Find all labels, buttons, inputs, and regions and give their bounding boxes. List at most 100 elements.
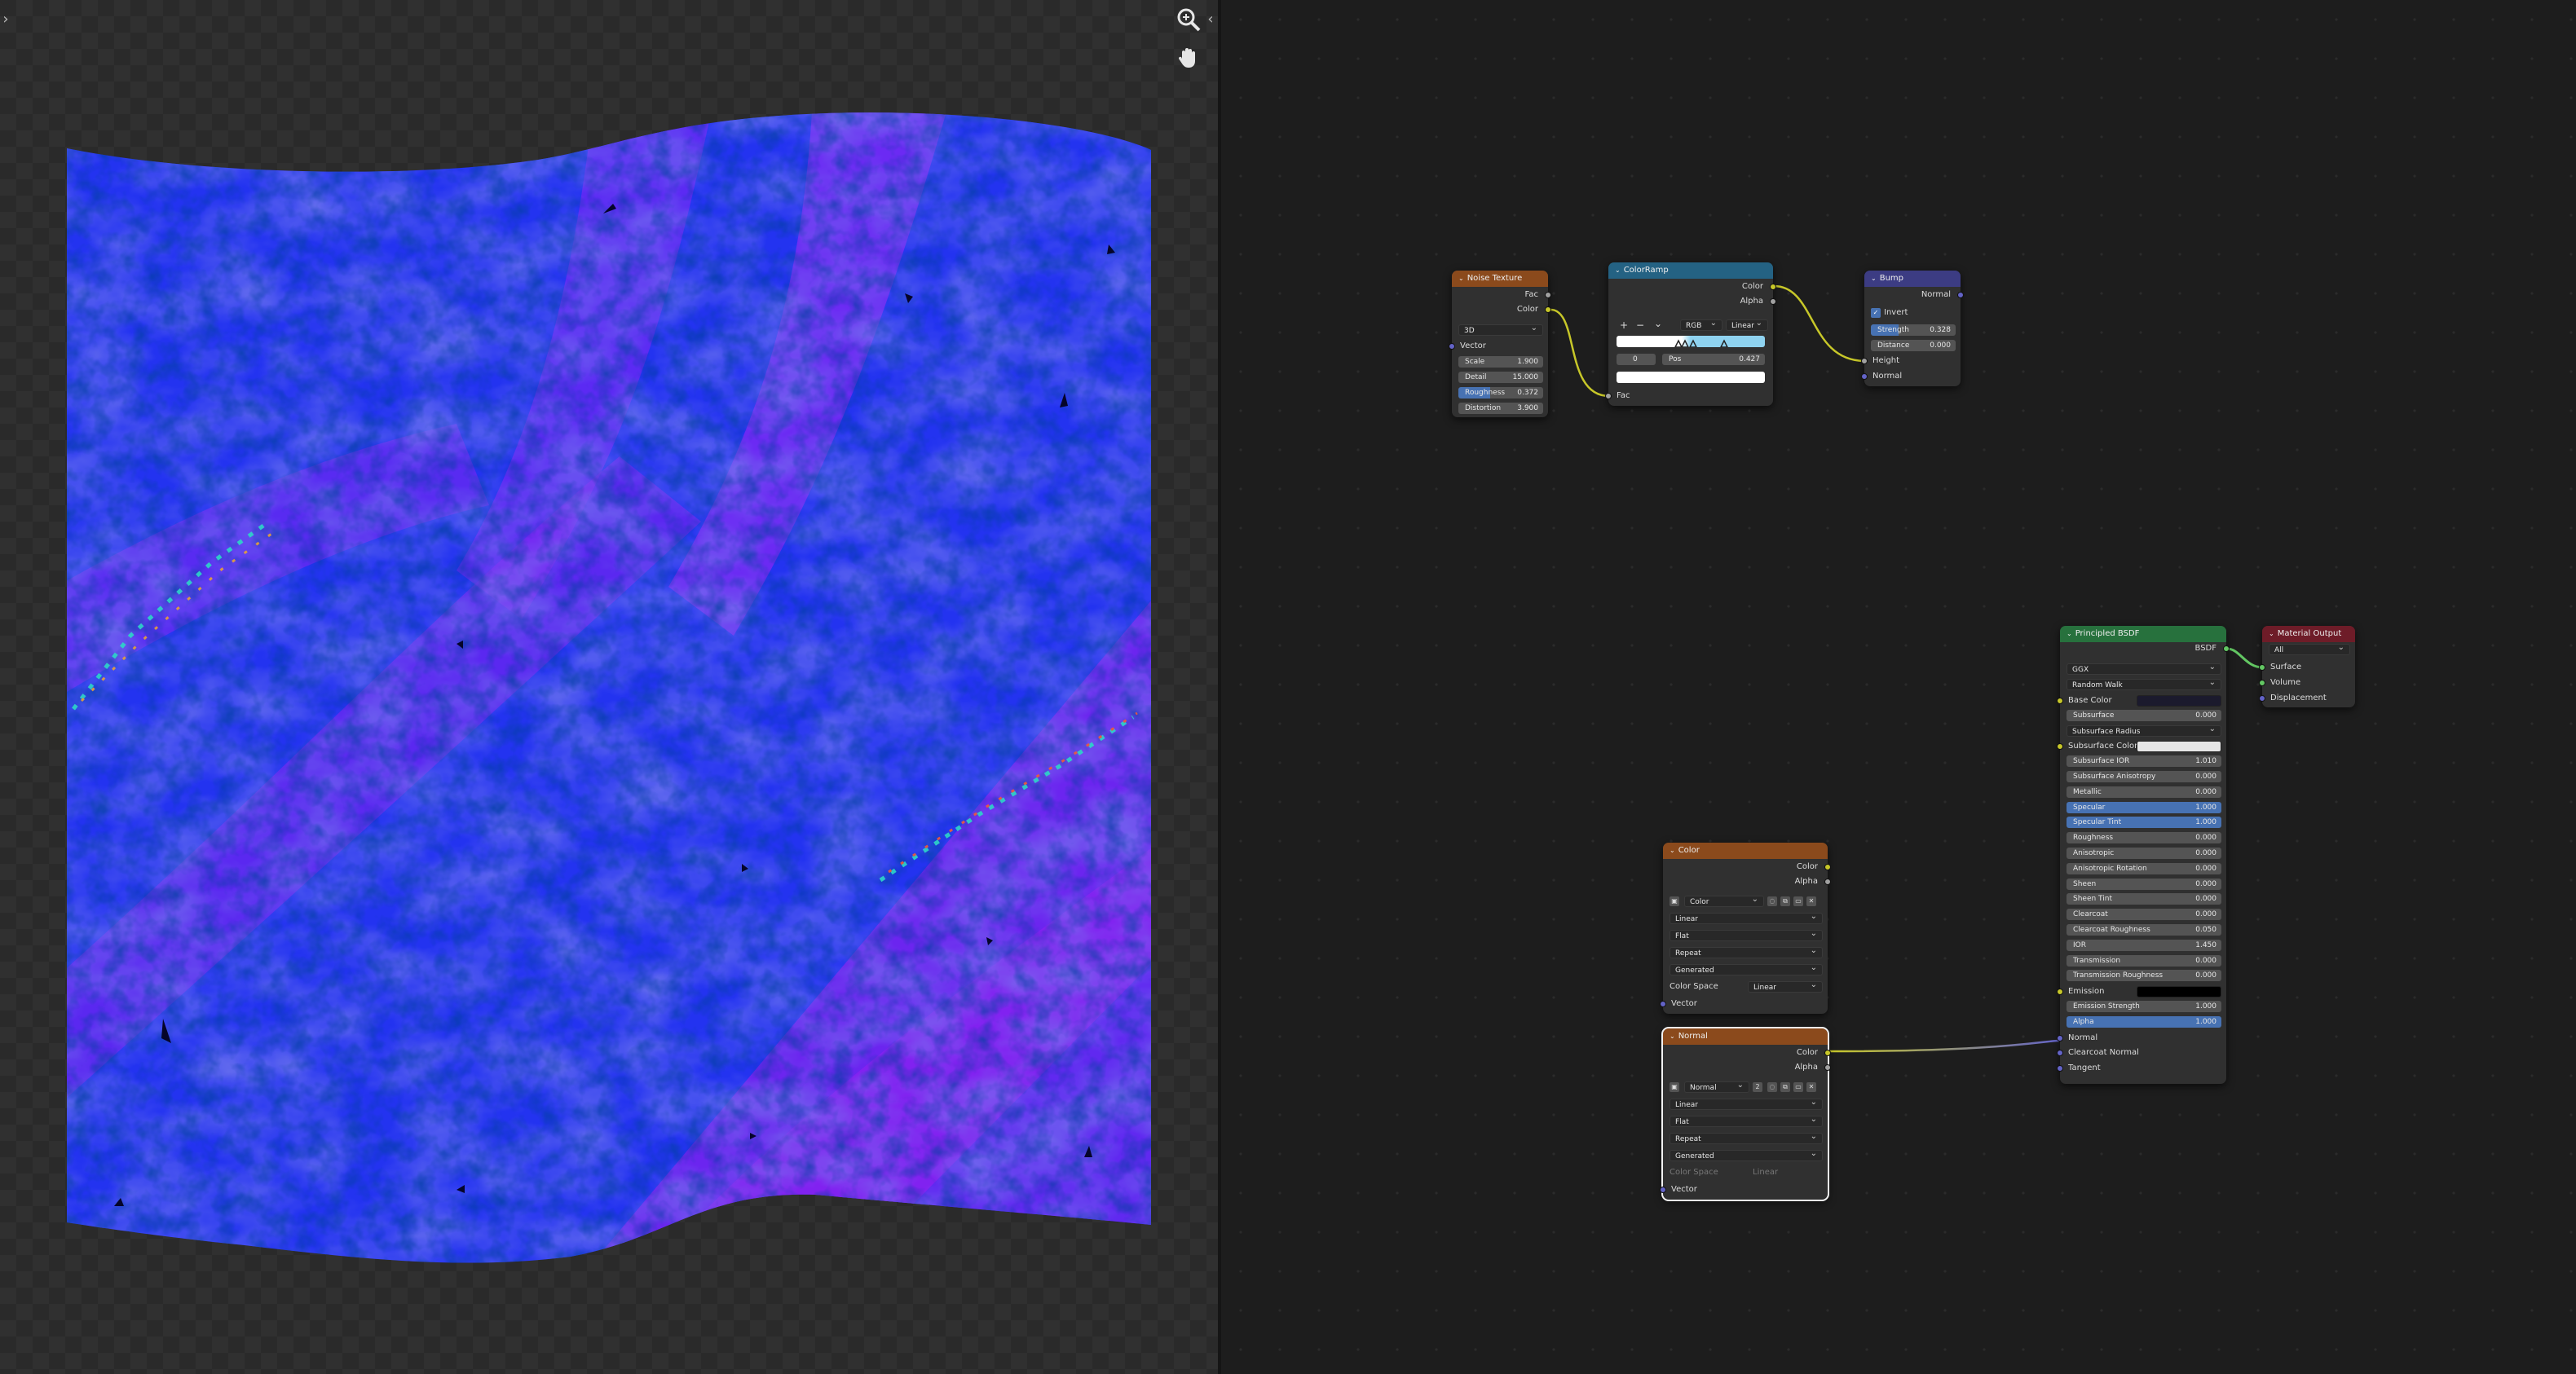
remove-stop-button[interactable]: −	[1636, 319, 1644, 331]
collapse-icon[interactable]: ⌄	[1871, 275, 1877, 282]
socket[interactable]	[1770, 284, 1776, 290]
node-header[interactable]: ⌄ Material Output	[2262, 626, 2355, 642]
subsurface-color-swatch[interactable]	[2137, 741, 2221, 753]
invert-checkbox[interactable]: ✓	[1871, 308, 1881, 318]
fake-user-icon[interactable]: ◌	[1767, 896, 1777, 906]
socket[interactable]	[2057, 1065, 2063, 1072]
unlink-icon[interactable]: ✕	[1806, 1082, 1816, 1092]
principled-bsdf-node[interactable]: ⌄Principled BSDF BSDF GGX Random Walk Ba…	[2057, 626, 2230, 1084]
extension-dropdown[interactable]: Repeat	[1670, 1133, 1823, 1144]
source-dropdown[interactable]: Generated	[1670, 964, 1823, 975]
socket[interactable]	[1861, 373, 1868, 380]
socket[interactable]	[1545, 292, 1551, 298]
clearcoat-roughness-field[interactable]: Clearcoat Roughness 0.050	[2067, 924, 2221, 936]
collapse-icon[interactable]: ⌄	[1670, 1033, 1675, 1040]
sheen-tint-field[interactable]: Sheen Tint 0.000	[2067, 893, 2221, 905]
socket[interactable]	[1824, 1050, 1831, 1056]
color-mode-dropdown[interactable]: RGB	[1680, 319, 1722, 331]
ramp-stop-markers[interactable]	[1617, 336, 1765, 347]
user-count-badge[interactable]: 2	[1753, 1082, 1762, 1092]
roughness-field[interactable]: Roughness 0.372	[1458, 387, 1543, 399]
socket[interactable]	[2259, 664, 2265, 671]
unlink-icon[interactable]: ✕	[1806, 896, 1816, 906]
emission-swatch[interactable]	[2137, 986, 2221, 998]
sidebar-collapse-right-icon[interactable]: ‹	[1205, 5, 1216, 34]
color-ramp-gradient[interactable]	[1617, 336, 1765, 347]
transmission-roughness-field[interactable]: Transmission Roughness 0.000	[2067, 970, 2221, 982]
node-header[interactable]: ⌄ Color	[1663, 843, 1828, 859]
dimension-dropdown[interactable]: 3D	[1458, 324, 1543, 336]
image-browse-icon[interactable]: ▣	[1670, 1082, 1679, 1092]
image-viewport[interactable]: › ‹	[0, 0, 1218, 1374]
node-header[interactable]: ⌄ Principled BSDF	[2060, 626, 2226, 642]
socket[interactable]	[2259, 680, 2265, 686]
interpolation-dropdown[interactable]: Linear	[1726, 319, 1768, 331]
socket[interactable]	[1957, 292, 1964, 298]
shader-node-editor[interactable]: ⌄Noise Texture Fac Color 3D Vector Scale…	[1221, 0, 2576, 1374]
collapse-icon[interactable]: ⌄	[2067, 630, 2072, 637]
image-name-field[interactable]: Color	[1684, 896, 1764, 907]
ramp-menu-button[interactable]: ⌄	[1654, 318, 1662, 329]
node-header[interactable]: ⌄ Normal	[1663, 1028, 1828, 1045]
node-header[interactable]: ⌄ Bump	[1864, 271, 1961, 287]
bump-node[interactable]: ⌄ Bump Normal ✓ Invert Strength 0.328 Dist…	[1861, 271, 1964, 386]
color-space-dropdown[interactable]: Linear	[1748, 981, 1823, 993]
color-image-texture-node[interactable]: ⌄Color Color Alpha ▣ Color ◌ ⧉ ▭ ✕ Linea…	[1660, 843, 1831, 1014]
socket[interactable]	[2057, 1050, 2063, 1057]
normal-image-texture-node[interactable]: ⌄Normal Color Alpha ▣ Normal 2 ◌ ⧉ ▭ ✕ L…	[1660, 1027, 1831, 1201]
socket[interactable]	[2057, 1034, 2063, 1042]
zoom-in-icon[interactable]	[1174, 5, 1203, 34]
stop-position-field[interactable]: Pos 0.427	[1662, 354, 1765, 365]
alpha-field[interactable]: Alpha 1.000	[2067, 1015, 2221, 1028]
socket[interactable]	[1660, 1187, 1666, 1193]
specular-field[interactable]: Specular 1.000	[2067, 801, 2221, 813]
socket[interactable]	[1861, 358, 1868, 364]
image-name-field[interactable]: Normal	[1684, 1081, 1749, 1093]
roughness-field[interactable]: Roughness 0.000	[2067, 832, 2221, 844]
noise-texture-node[interactable]: ⌄Noise Texture Fac Color 3D Vector Scale…	[1449, 271, 1551, 417]
socket[interactable]	[2223, 645, 2230, 652]
sidebar-expand-left-icon[interactable]: ›	[0, 5, 11, 34]
subsurface-field[interactable]: Subsurface 0.000	[2067, 709, 2221, 721]
target-dropdown[interactable]: All	[2269, 644, 2350, 655]
collapse-icon[interactable]: ⌄	[2269, 630, 2274, 637]
duplicate-icon[interactable]: ⧉	[1780, 896, 1790, 906]
anisotropic-field[interactable]: Anisotropic 0.000	[2067, 848, 2221, 859]
duplicate-icon[interactable]: ⧉	[1780, 1082, 1790, 1092]
node-header[interactable]: ⌄ ColorRamp	[1608, 262, 1773, 279]
socket[interactable]	[1824, 1064, 1831, 1071]
socket[interactable]	[1824, 864, 1831, 870]
socket[interactable]	[1545, 306, 1551, 313]
socket[interactable]	[1770, 298, 1776, 305]
subsurface-radius-dropdown[interactable]: Subsurface Radius	[2067, 724, 2221, 737]
collapse-icon[interactable]: ⌄	[1458, 275, 1464, 282]
socket[interactable]	[2259, 695, 2265, 702]
projection-dropdown[interactable]: Flat	[1670, 930, 1823, 941]
transmission-field[interactable]: Transmission 0.000	[2067, 954, 2221, 967]
emission-strength-field[interactable]: Emission Strength 1.000	[2067, 1001, 2221, 1012]
specular-tint-field[interactable]: Specular Tint 1.000	[2067, 817, 2221, 829]
socket[interactable]	[2057, 743, 2063, 751]
subsurface-anisotropy-field[interactable]: Subsurface Anisotropy 0.000	[2067, 771, 2221, 782]
distribution-dropdown[interactable]: GGX	[2067, 663, 2221, 675]
open-folder-icon[interactable]: ▭	[1793, 896, 1803, 906]
node-header[interactable]: ⌄ Noise Texture	[1452, 271, 1548, 287]
source-dropdown[interactable]: Generated	[1670, 1150, 1823, 1161]
socket[interactable]	[2057, 989, 2063, 996]
socket[interactable]	[1824, 879, 1831, 885]
scale-field[interactable]: Scale 1.900	[1458, 356, 1543, 368]
strength-field[interactable]: Strength 0.328	[1871, 324, 1956, 336]
projection-dropdown[interactable]: Flat	[1670, 1116, 1823, 1127]
distance-field[interactable]: Distance 0.000	[1871, 340, 1956, 351]
subsurface-method-dropdown[interactable]: Random Walk	[2067, 679, 2221, 690]
stop-color-swatch[interactable]	[1617, 372, 1765, 383]
detail-field[interactable]: Detail 15.000	[1458, 372, 1543, 383]
interpolation-dropdown[interactable]: Linear	[1670, 1099, 1823, 1110]
socket[interactable]	[1660, 1001, 1666, 1007]
open-folder-icon[interactable]: ▭	[1793, 1082, 1803, 1092]
stop-index-field[interactable]: 0	[1617, 354, 1656, 365]
metallic-field[interactable]: Metallic 0.000	[2067, 786, 2221, 798]
collapse-icon[interactable]: ⌄	[1670, 847, 1675, 854]
image-browse-icon[interactable]: ▣	[1670, 896, 1679, 906]
collapse-icon[interactable]: ⌄	[1615, 266, 1621, 274]
